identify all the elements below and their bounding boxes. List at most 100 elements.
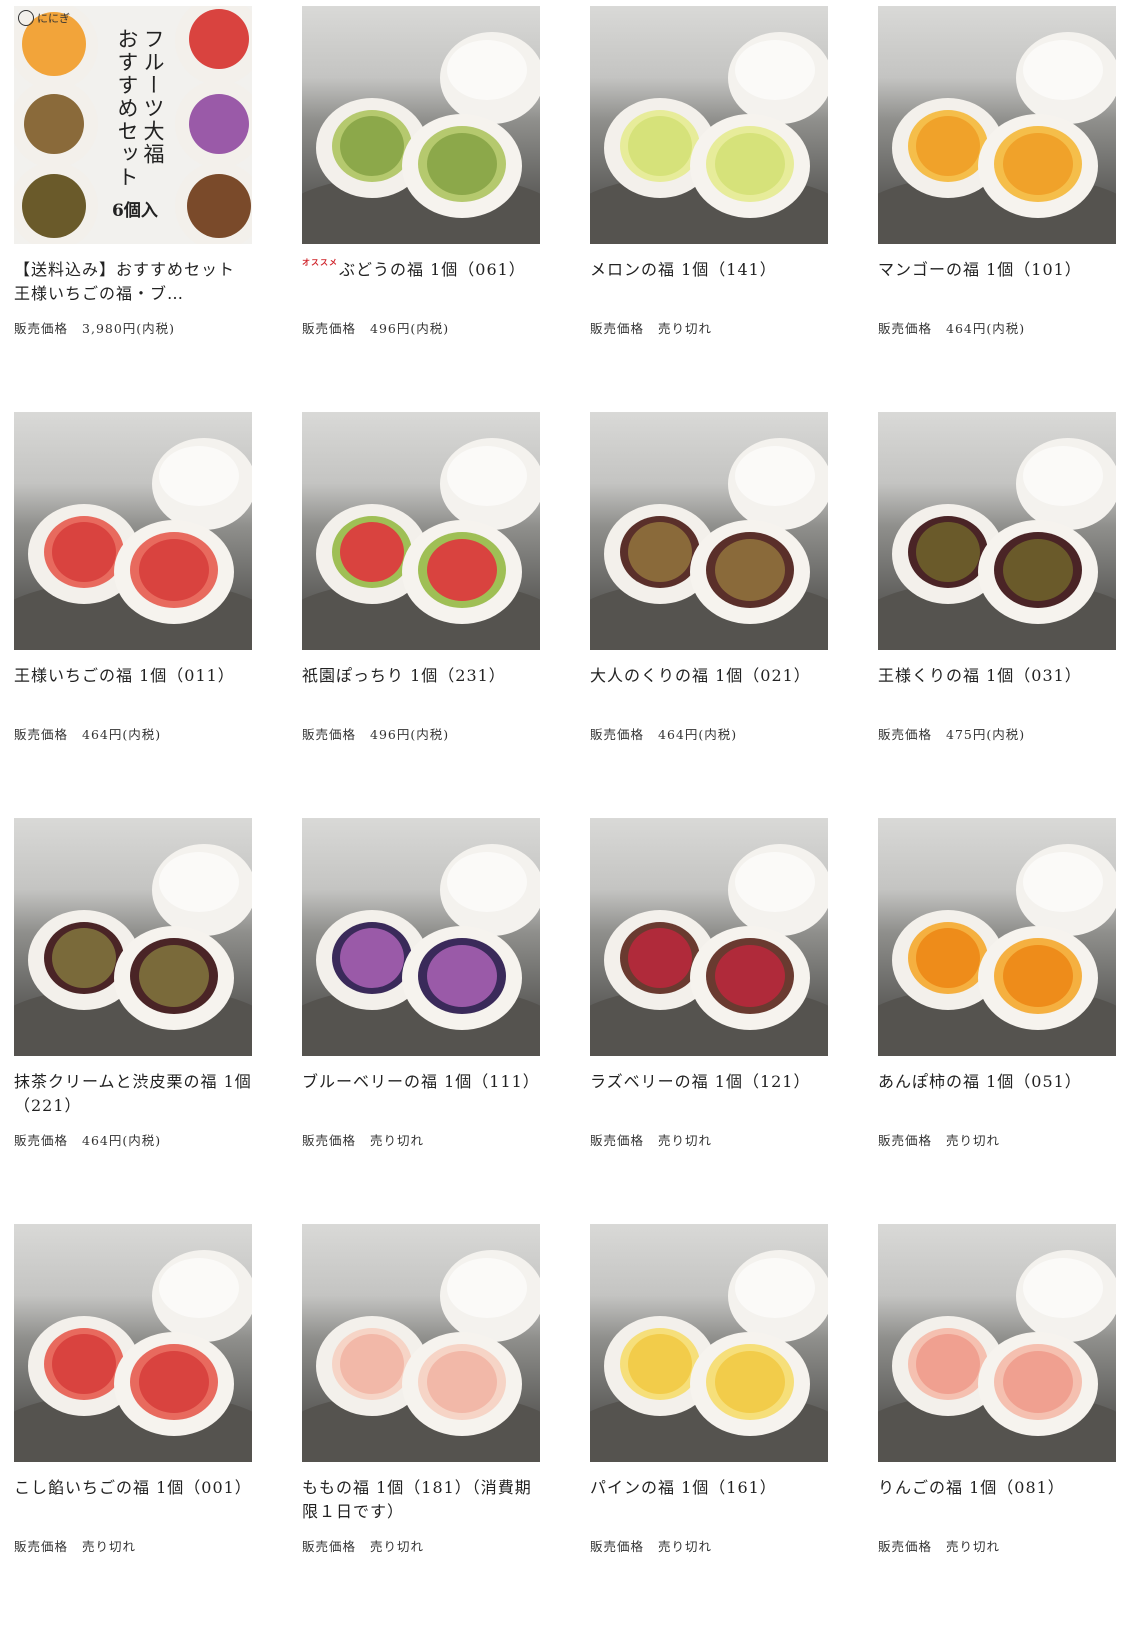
product-title-text: 大人のくりの福 1個（021） bbox=[590, 666, 811, 685]
product-title-text: ブルーベリーの福 1個（111） bbox=[302, 1072, 540, 1091]
product-title[interactable]: 祇園ぽっちり 1個（231） bbox=[302, 664, 540, 712]
product-card[interactable]: りんごの福 1個（081） 販売価格 売り切れ bbox=[878, 1224, 1116, 1630]
product-title-text: ももの福 1個（181）（消費期限１日です） bbox=[302, 1478, 532, 1521]
product-title-text: ラズベリーの福 1個（121） bbox=[590, 1072, 811, 1091]
product-image[interactable] bbox=[302, 412, 540, 650]
product-title-text: ぶどうの福 1個（061） bbox=[339, 260, 526, 279]
product-card[interactable]: ももの福 1個（181）（消費期限１日です） 販売価格 売り切れ bbox=[302, 1224, 540, 1630]
product-title[interactable]: メロンの福 1個（141） bbox=[590, 258, 828, 306]
price-value: 496円(内税) bbox=[370, 727, 450, 742]
product-title-text: りんごの福 1個（081） bbox=[878, 1478, 1065, 1497]
price-label: 販売価格 bbox=[590, 1539, 645, 1554]
product-card[interactable]: パインの福 1個（161） 販売価格 売り切れ bbox=[590, 1224, 828, 1630]
brand-name: ににぎ bbox=[37, 12, 70, 25]
product-image[interactable] bbox=[878, 818, 1116, 1056]
product-card[interactable]: あんぽ柿の福 1個（051） 販売価格 売り切れ bbox=[878, 818, 1116, 1224]
product-title-text: メロンの福 1個（141） bbox=[590, 260, 777, 279]
product-title[interactable]: こし餡いちごの福 1個（001） bbox=[14, 1476, 252, 1524]
product-card[interactable]: 王様くりの福 1個（031） 販売価格 475円(内税) bbox=[878, 412, 1116, 818]
product-card[interactable]: メロンの福 1個（141） 販売価格 売り切れ bbox=[590, 6, 828, 412]
brand-mark-icon bbox=[18, 10, 34, 26]
product-title[interactable]: ももの福 1個（181）（消費期限１日です） bbox=[302, 1476, 540, 1524]
price-value: 売り切れ bbox=[658, 1133, 713, 1148]
price-label: 販売価格 bbox=[302, 1539, 357, 1554]
price-value: 464円(内税) bbox=[82, 1133, 162, 1148]
recommend-badge: オススメ bbox=[302, 258, 338, 267]
product-image[interactable] bbox=[590, 818, 828, 1056]
product-title-text: 王様くりの福 1個（031） bbox=[878, 666, 1082, 685]
product-price: 販売価格 売り切れ bbox=[14, 1536, 252, 1555]
product-card[interactable]: こし餡いちごの福 1個（001） 販売価格 売り切れ bbox=[14, 1224, 252, 1630]
price-label: 販売価格 bbox=[14, 1133, 69, 1148]
price-label: 販売価格 bbox=[590, 321, 645, 336]
product-title[interactable]: 王様くりの福 1個（031） bbox=[878, 664, 1116, 712]
product-image[interactable] bbox=[14, 1224, 252, 1462]
product-image[interactable]: ににぎ フルーツ大福 おすすめセット 6個入 bbox=[14, 6, 252, 244]
product-card[interactable]: ブルーベリーの福 1個（111） 販売価格 売り切れ bbox=[302, 818, 540, 1224]
product-image[interactable] bbox=[302, 1224, 540, 1462]
price-value: 売り切れ bbox=[658, 1539, 713, 1554]
product-price: 販売価格 496円(内税) bbox=[302, 318, 540, 337]
product-title[interactable]: パインの福 1個（161） bbox=[590, 1476, 828, 1524]
set-title-line1: フルーツ大福 bbox=[141, 28, 165, 166]
product-price: 販売価格 売り切れ bbox=[590, 318, 828, 337]
price-value: 売り切れ bbox=[946, 1133, 1001, 1148]
price-label: 販売価格 bbox=[878, 727, 933, 742]
product-image[interactable] bbox=[302, 6, 540, 244]
product-price: 販売価格 売り切れ bbox=[302, 1130, 540, 1149]
price-value: 売り切れ bbox=[370, 1539, 425, 1554]
price-label: 販売価格 bbox=[878, 1539, 933, 1554]
product-card[interactable]: オススメぶどうの福 1個（061） 販売価格 496円(内税) bbox=[302, 6, 540, 412]
product-image[interactable] bbox=[14, 818, 252, 1056]
product-image[interactable] bbox=[14, 412, 252, 650]
product-title[interactable]: 【送料込み】おすすめセット 王様いちごの福・ブ… bbox=[14, 258, 252, 306]
price-value: 464円(内税) bbox=[658, 727, 738, 742]
price-label: 販売価格 bbox=[14, 321, 69, 336]
price-value: 売り切れ bbox=[82, 1539, 137, 1554]
price-label: 販売価格 bbox=[878, 1133, 933, 1148]
product-card[interactable]: ラズベリーの福 1個（121） 販売価格 売り切れ bbox=[590, 818, 828, 1224]
price-value: 売り切れ bbox=[946, 1539, 1001, 1554]
product-card[interactable]: 抹茶クリームと渋皮栗の福 1個（221） 販売価格 464円(内税) bbox=[14, 818, 252, 1224]
product-title[interactable]: りんごの福 1個（081） bbox=[878, 1476, 1116, 1524]
price-value: 売り切れ bbox=[370, 1133, 425, 1148]
product-title[interactable]: マンゴーの福 1個（101） bbox=[878, 258, 1116, 306]
product-card[interactable]: 大人のくりの福 1個（021） 販売価格 464円(内税) bbox=[590, 412, 828, 818]
product-title[interactable]: ブルーベリーの福 1個（111） bbox=[302, 1070, 540, 1118]
price-value: 475円(内税) bbox=[946, 727, 1026, 742]
product-card[interactable]: ににぎ フルーツ大福 おすすめセット 6個入【送料込み】おすすめセット 王様いち… bbox=[14, 6, 252, 412]
price-value: 3,980円(内税) bbox=[82, 321, 176, 336]
product-card[interactable]: 祇園ぽっちり 1個（231） 販売価格 496円(内税) bbox=[302, 412, 540, 818]
price-label: 販売価格 bbox=[302, 727, 357, 742]
price-value: 464円(内税) bbox=[946, 321, 1026, 336]
product-title[interactable]: 大人のくりの福 1個（021） bbox=[590, 664, 828, 712]
product-image[interactable] bbox=[590, 1224, 828, 1462]
product-title[interactable]: 王様いちごの福 1個（011） bbox=[14, 664, 252, 712]
product-price: 販売価格 売り切れ bbox=[590, 1536, 828, 1555]
product-title[interactable]: オススメぶどうの福 1個（061） bbox=[302, 258, 540, 306]
product-image[interactable] bbox=[878, 1224, 1116, 1462]
product-card[interactable]: 王様いちごの福 1個（011） 販売価格 464円(内税) bbox=[14, 412, 252, 818]
price-label: 販売価格 bbox=[878, 321, 933, 336]
product-image[interactable] bbox=[878, 412, 1116, 650]
product-title-text: 祇園ぽっちり 1個（231） bbox=[302, 666, 506, 685]
product-image[interactable] bbox=[878, 6, 1116, 244]
product-title-text: マンゴーの福 1個（101） bbox=[878, 260, 1082, 279]
product-image[interactable] bbox=[590, 412, 828, 650]
product-grid: ににぎ フルーツ大福 おすすめセット 6個入【送料込み】おすすめセット 王様いち… bbox=[14, 6, 1116, 1630]
product-title[interactable]: 抹茶クリームと渋皮栗の福 1個（221） bbox=[14, 1070, 252, 1118]
product-title-text: 抹茶クリームと渋皮栗の福 1個（221） bbox=[14, 1072, 252, 1115]
product-title[interactable]: あんぽ柿の福 1個（051） bbox=[878, 1070, 1116, 1118]
brand-logo: ににぎ bbox=[18, 10, 70, 26]
product-price: 販売価格 売り切れ bbox=[590, 1130, 828, 1149]
set-count: 6個入 bbox=[112, 201, 158, 221]
product-image[interactable] bbox=[590, 6, 828, 244]
product-price: 販売価格 464円(内税) bbox=[14, 724, 252, 743]
product-image[interactable] bbox=[302, 818, 540, 1056]
product-price: 販売価格 475円(内税) bbox=[878, 724, 1116, 743]
product-title[interactable]: ラズベリーの福 1個（121） bbox=[590, 1070, 828, 1118]
product-card[interactable]: マンゴーの福 1個（101） 販売価格 464円(内税) bbox=[878, 6, 1116, 412]
product-title-text: こし餡いちごの福 1個（001） bbox=[14, 1478, 252, 1497]
price-value: 売り切れ bbox=[658, 321, 713, 336]
price-value: 464円(内税) bbox=[82, 727, 162, 742]
